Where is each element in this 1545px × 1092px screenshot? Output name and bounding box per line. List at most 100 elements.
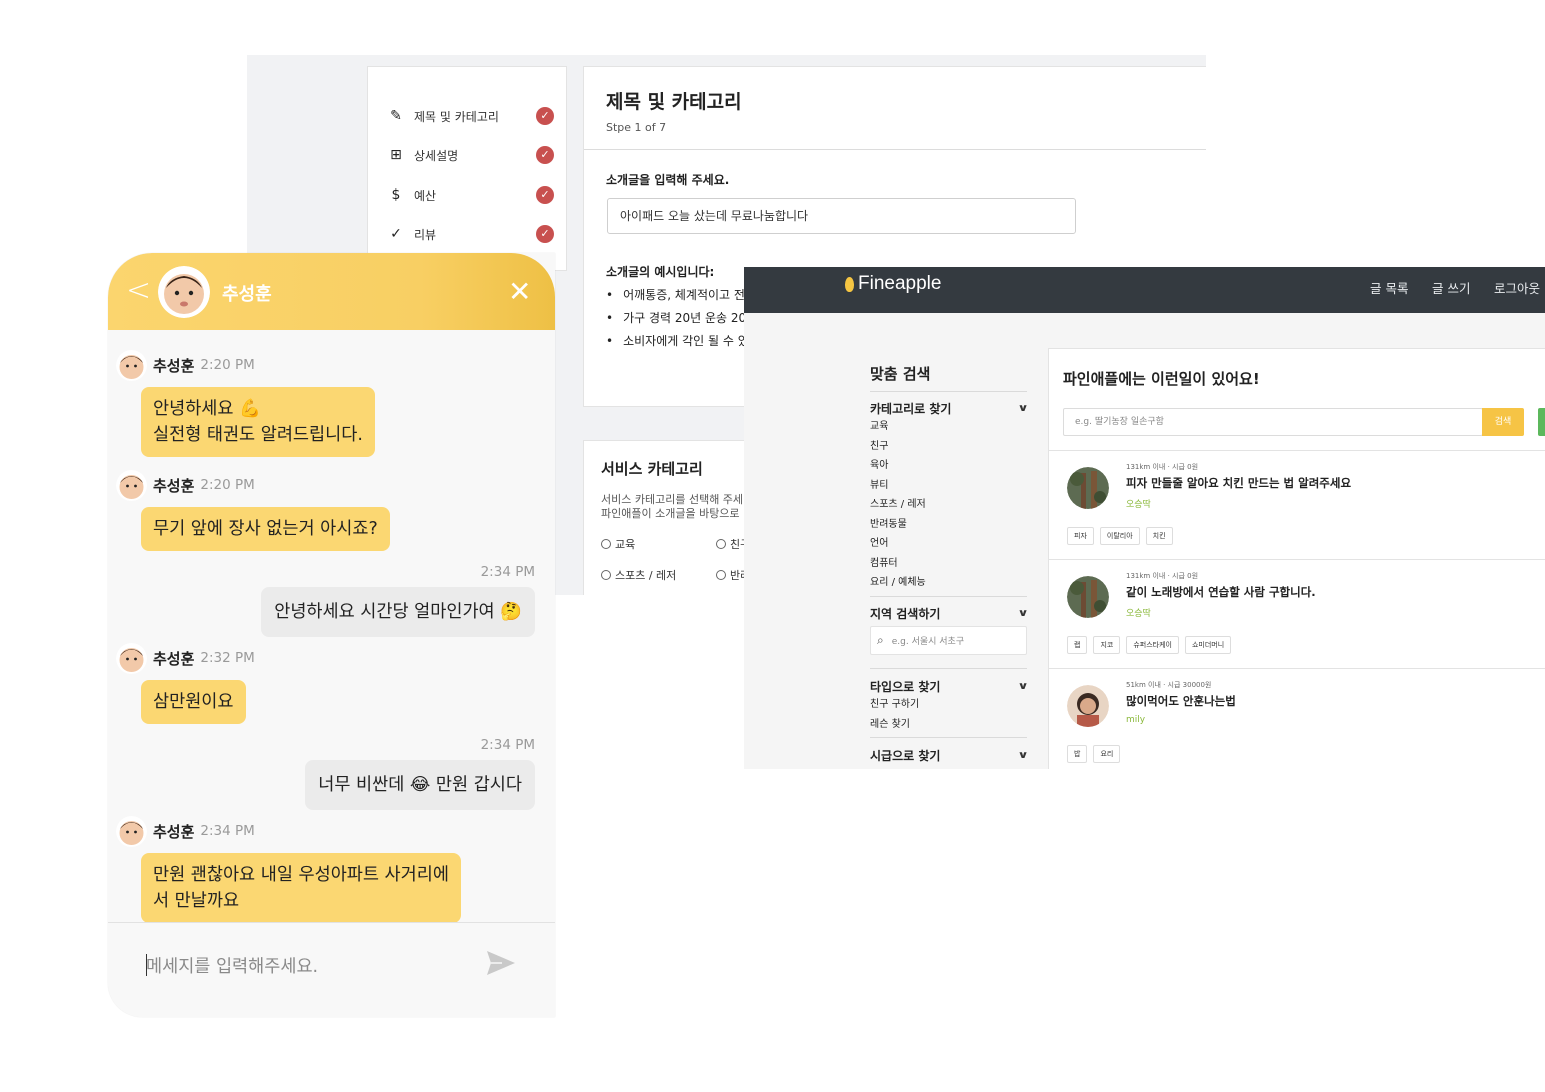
- filter-title: 맞춤 검색: [870, 365, 931, 383]
- tag[interactable]: 슈퍼스타케이: [1126, 636, 1179, 654]
- tag-list: 랩 지코 슈퍼스타케이 쇼미더머니: [1067, 636, 1232, 654]
- wizard-step-description[interactable]: ⊞ 상세설명 ✓: [386, 143, 554, 167]
- feed-title: 파인애플에는 이런일이 있어요!: [1063, 370, 1260, 388]
- brand-logo[interactable]: Fineapple: [845, 273, 941, 295]
- tag[interactable]: 지코: [1093, 636, 1121, 654]
- tag[interactable]: 밥: [1067, 745, 1088, 763]
- nav-logout[interactable]: 로그아웃: [1494, 278, 1540, 297]
- post-author[interactable]: 오승딱: [1126, 497, 1151, 510]
- category-item[interactable]: 육아: [870, 456, 1027, 476]
- category-item[interactable]: 반려동물: [870, 515, 1027, 535]
- message-time: 2:34 PM: [480, 564, 535, 580]
- region-search-input[interactable]: ⌕ e.g. 서울시 서초구: [870, 626, 1027, 655]
- category-item[interactable]: 언어: [870, 534, 1027, 554]
- post-item[interactable]: 51km 이내 · 시급 30000원 많이먹어도 안훈나는법 mily 밥 요…: [1049, 669, 1545, 769]
- category-item[interactable]: 뷰티: [870, 476, 1027, 496]
- post-meta: 131km 이내 · 시급 0원: [1126, 572, 1199, 580]
- close-icon[interactable]: ✕: [508, 275, 531, 308]
- tag[interactable]: 치킨: [1145, 527, 1173, 545]
- pineapple-icon: [845, 276, 854, 292]
- post-meta: 131km 이내 · 시급 0원: [1126, 463, 1199, 471]
- search-button[interactable]: 검색: [1482, 408, 1524, 436]
- post-author[interactable]: mily: [1126, 715, 1145, 725]
- post-title[interactable]: 같이 노래방에서 연습할 사람 구합니다.: [1126, 584, 1316, 600]
- category-item[interactable]: 친구: [870, 437, 1027, 457]
- write-button[interactable]: [1538, 408, 1545, 436]
- pencil-icon: ✎: [390, 108, 402, 124]
- category-filter-header[interactable]: 카테고리로 찾기 ∨: [870, 399, 1029, 417]
- tag[interactable]: 랩: [1067, 636, 1088, 654]
- post-author[interactable]: 오승딱: [1126, 606, 1151, 619]
- message-time: 2:34 PM: [480, 737, 535, 753]
- tag[interactable]: 요리: [1093, 745, 1121, 763]
- category-item[interactable]: 요리 / 예체능: [870, 573, 1027, 593]
- checkmark-icon: ✓: [390, 226, 402, 242]
- send-icon[interactable]: [486, 950, 516, 976]
- intro-input[interactable]: 아이패드 오늘 샀는데 무료나눔합니다: [607, 198, 1076, 234]
- message-text: 무기 앞에 장사 없는거 아시죠?: [153, 519, 378, 539]
- note-add-icon: ⊞: [390, 147, 402, 163]
- back-icon[interactable]: <: [126, 273, 151, 308]
- avatar: [116, 642, 147, 674]
- example-item: 가구 경력 20년 운송 20: [606, 309, 749, 332]
- radio-circle-icon: [716, 570, 726, 580]
- example-list: 어깨통증, 체계적이고 전 가구 경력 20년 운송 20 소비자에게 각인 될…: [606, 286, 749, 355]
- avatar: [1067, 685, 1109, 727]
- radio-circle-icon: [601, 570, 611, 580]
- page-title: 제목 및 카테고리: [606, 91, 742, 113]
- pay-filter-header[interactable]: 시급으로 찾기 ∨: [870, 746, 1029, 764]
- wizard-step-budget[interactable]: $ 예산 ✓: [386, 183, 554, 207]
- category-item[interactable]: 교육: [870, 417, 1027, 437]
- nav-write-post[interactable]: 글 쓰기: [1432, 278, 1470, 297]
- service-category-description: 파인애플이 소개글을 바탕으로: [601, 507, 740, 520]
- message-time: 2:20 PM: [200, 357, 255, 373]
- divider: [870, 737, 1027, 738]
- message-text: 실전형 태권도 알려드립니다.: [153, 425, 363, 445]
- step-indicator: Stpe 1 of 7: [606, 121, 667, 134]
- category-item[interactable]: 스포츠 / 레저: [870, 495, 1027, 515]
- radio-education[interactable]: 교육: [601, 536, 635, 552]
- post-meta: 51km 이내 · 시급 30000원: [1126, 681, 1212, 689]
- tag[interactable]: 쇼미더머니: [1184, 636, 1232, 654]
- sender-name: 추성훈: [153, 822, 195, 841]
- post-item[interactable]: 131km 이내 · 시급 0원 피자 만들줄 알아요 치킨 만드는 법 알려주…: [1049, 451, 1545, 559]
- tag[interactable]: 피자: [1067, 527, 1094, 545]
- message-sender: 추성훈 2:32 PM: [116, 642, 255, 674]
- radio-sports[interactable]: 스포츠 / 레저: [601, 567, 676, 583]
- wizard-step-review[interactable]: ✓ 리뷰 ✓: [386, 222, 554, 246]
- wizard-step-title[interactable]: ✎ 제목 및 카테고리 ✓: [386, 104, 554, 128]
- message-input[interactable]: 메세지를 입력해주세요.: [146, 953, 318, 978]
- post-item[interactable]: 131km 이내 · 시급 0원 같이 노래방에서 연습할 사람 구합니다. 오…: [1049, 560, 1545, 668]
- type-item[interactable]: 레슨 찾기: [870, 715, 1027, 735]
- divider: [870, 391, 1027, 392]
- avatar[interactable]: [158, 266, 210, 318]
- chevron-down-icon: ∨: [1017, 607, 1029, 619]
- example-label: 소개글의 예시입니다:: [606, 265, 715, 279]
- sender-name: 추성훈: [153, 356, 195, 375]
- text-caret: [146, 954, 147, 976]
- tag[interactable]: 이탈리아: [1099, 527, 1140, 545]
- post-title[interactable]: 피자 만들줄 알아요 치킨 만드는 법 알려주세요: [1126, 475, 1351, 491]
- category-item[interactable]: 컴퓨터: [870, 554, 1027, 574]
- region-placeholder: e.g. 서울시 서초구: [891, 637, 965, 647]
- tag-list: 밥 요리: [1067, 745, 1121, 763]
- wizard-step-list: ✎ 제목 및 카테고리 ✓ ⊞ 상세설명 ✓ $ 예산 ✓ ✓ 리뷰 ✓: [367, 66, 567, 271]
- dollar-icon: $: [391, 187, 401, 203]
- type-filter-header[interactable]: 타입으로 찾기 ∨: [870, 677, 1029, 695]
- message-text: 삼만원이요: [153, 692, 234, 712]
- post-title[interactable]: 많이먹어도 안훈나는법: [1126, 693, 1236, 709]
- region-filter-header[interactable]: 지역 검색하기 ∨: [870, 604, 1029, 622]
- chevron-down-icon: ∨: [1017, 749, 1029, 761]
- example-item: 소비자에게 각인 될 수 있: [606, 332, 749, 355]
- type-item[interactable]: 친구 구하기: [870, 695, 1027, 715]
- search-icon: ⌕: [877, 633, 884, 647]
- region-filter: 지역 검색하기 ∨ ⌕ e.g. 서울시 서초구: [870, 604, 1029, 669]
- avatar: [1067, 467, 1109, 509]
- message-time: 2:20 PM: [200, 477, 255, 493]
- feed-search-input[interactable]: e.g. 딸기농장 일손구함: [1063, 408, 1483, 436]
- radio-circle-icon: [601, 539, 611, 549]
- message-text: 서 만날까요: [153, 891, 240, 911]
- nav-post-list[interactable]: 글 목록: [1370, 278, 1408, 297]
- radio-label: 스포츠 / 레저: [615, 569, 677, 582]
- incoming-message: 만원 괜찮아요 내일 우성아파트 사거리에 서 만날까요: [141, 853, 461, 922]
